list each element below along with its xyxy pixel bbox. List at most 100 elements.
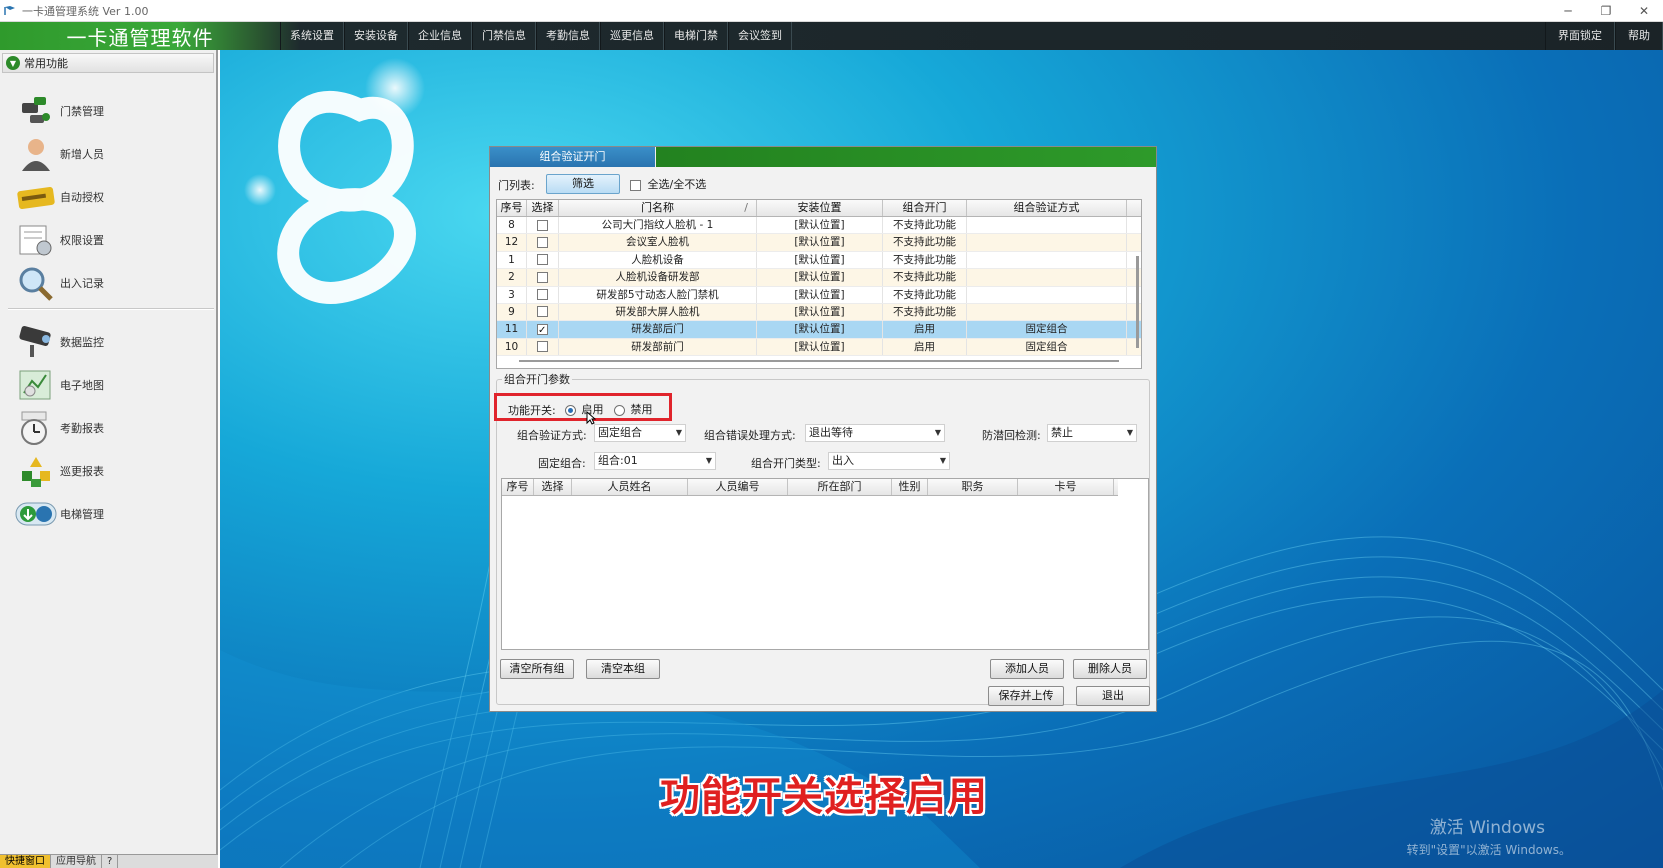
sidebar-item-label: 权限设置 xyxy=(60,234,104,247)
tab-shortcut-window[interactable]: 快捷窗口 xyxy=(0,855,51,868)
table-row[interactable]: 1 人脸机设备 [默认位置] 不支持此功能 xyxy=(497,251,1141,270)
col-door-name[interactable]: 门名称 / xyxy=(559,200,757,216)
verify-mode-select[interactable]: 固定组合 ▼ xyxy=(594,424,686,442)
table-row[interactable]: 12 会议室人脸机 [默认位置] 不支持此功能 xyxy=(497,234,1141,252)
table-cell: 10 xyxy=(497,338,527,356)
menu-install-devices[interactable]: 安装设备 xyxy=(344,22,408,50)
col-person-id[interactable]: 人员编号 xyxy=(688,479,788,495)
col-combo-open[interactable]: 组合开门 xyxy=(883,200,967,216)
row-select-cell[interactable] xyxy=(527,338,559,356)
row-select-cell[interactable] xyxy=(527,269,559,286)
menu-elevator-access[interactable]: 电梯门禁 xyxy=(664,22,728,50)
menu-system-settings[interactable]: 系统设置 xyxy=(280,22,344,50)
menu-company-info[interactable]: 企业信息 xyxy=(408,22,472,50)
col-no[interactable]: 序号 xyxy=(497,200,527,216)
radio-disable[interactable] xyxy=(614,404,625,416)
switch-label: 功能开关: xyxy=(508,404,556,417)
sidebar-item-data-monitor[interactable]: 数据监控 xyxy=(14,321,204,363)
sidebar-item-label: 数据监控 xyxy=(60,336,104,349)
table-row[interactable]: 11 研发部后门[默认位置]启用固定组合 xyxy=(497,321,1141,339)
sidebar-item-elevator[interactable]: 电梯管理 xyxy=(14,493,204,535)
table-cell xyxy=(967,234,1127,251)
row-select-cell[interactable] xyxy=(527,286,559,303)
col-person-name[interactable]: 人员姓名 xyxy=(572,479,688,495)
row-checkbox[interactable] xyxy=(537,254,548,266)
menu-meeting-signin[interactable]: 会议签到 xyxy=(728,22,792,50)
col-person-title[interactable]: 职务 xyxy=(928,479,1018,495)
minimize-button[interactable]: ─ xyxy=(1549,0,1587,22)
row-checkbox[interactable] xyxy=(537,271,548,283)
col-location[interactable]: 安装位置 xyxy=(757,200,883,216)
door-table-hscrollbar[interactable] xyxy=(519,360,1119,362)
row-checkbox[interactable] xyxy=(537,341,548,353)
switch-enable-option[interactable]: 启用 xyxy=(565,401,604,417)
open-type-select[interactable]: 出入 ▼ xyxy=(828,452,950,470)
exit-button[interactable]: 退出 xyxy=(1076,686,1150,706)
row-select-cell[interactable] xyxy=(527,251,559,269)
clock-icon xyxy=(14,408,58,448)
close-button[interactable]: ✕ xyxy=(1625,0,1663,22)
filter-button[interactable]: 筛选 xyxy=(546,174,620,194)
table-row[interactable]: 2 人脸机设备研发部 [默认位置] 不支持此功能 xyxy=(497,269,1141,287)
menu-lock-interface[interactable]: 界面锁定 xyxy=(1545,22,1615,50)
select-all-toggle[interactable]: 全选/全不选 xyxy=(630,176,706,192)
menu-access-info[interactable]: 门禁信息 xyxy=(472,22,536,50)
row-select-cell[interactable] xyxy=(527,321,559,338)
tab-app-navigation[interactable]: 应用导航 xyxy=(51,855,102,868)
table-cell: 启用 xyxy=(883,321,967,338)
row-select-cell[interactable] xyxy=(527,303,559,321)
col-person-dept[interactable]: 所在部门 xyxy=(788,479,892,495)
sidebar-item-patrol-report[interactable]: 巡更报表 xyxy=(14,450,204,492)
select-all-checkbox[interactable] xyxy=(630,179,641,191)
chevron-down-icon: ▼ xyxy=(675,428,682,437)
table-cell: 会议室人脸机 xyxy=(559,234,757,251)
anti-passback-select[interactable]: 禁止 ▼ xyxy=(1047,424,1137,442)
sidebar-section-header[interactable]: ▼ 常用功能 xyxy=(2,53,214,73)
delete-person-button[interactable]: 删除人员 xyxy=(1073,659,1147,679)
row-checkbox[interactable] xyxy=(537,219,548,231)
row-select-cell[interactable] xyxy=(527,234,559,251)
add-person-button[interactable]: 添加人员 xyxy=(990,659,1064,679)
col-person-card[interactable]: 卡号 xyxy=(1018,479,1114,495)
error-mode-select[interactable]: 退出等待 ▼ xyxy=(805,424,945,442)
table-cell xyxy=(967,217,1127,234)
sidebar-item-access-records[interactable]: 出入记录 xyxy=(14,262,204,304)
row-checkbox[interactable] xyxy=(537,306,548,318)
table-row[interactable]: 8 公司大门指纹人脸机 - 1 [默认位置] 不支持此功能 xyxy=(497,217,1141,235)
table-row[interactable]: 10 研发部前门 [默认位置] 启用 固定组合 xyxy=(497,338,1141,357)
table-cell: [默认位置] xyxy=(757,234,883,251)
col-person-no[interactable]: 序号 xyxy=(502,479,534,495)
switch-disable-option[interactable]: 禁用 xyxy=(614,401,653,417)
clear-group-button[interactable]: 清空本组 xyxy=(586,659,660,679)
row-checkbox[interactable] xyxy=(537,236,548,248)
row-checkbox[interactable] xyxy=(537,322,548,338)
main-menu: 系统设置 安装设备 企业信息 门禁信息 考勤信息 巡更信息 电梯门禁 会议签到 xyxy=(280,22,792,50)
row-select-cell[interactable] xyxy=(527,217,559,234)
table-cell xyxy=(967,251,1127,269)
col-person-gender[interactable]: 性别 xyxy=(892,479,928,495)
col-select[interactable]: 选择 xyxy=(527,200,559,216)
fixed-combo-select[interactable]: 组合:01 ▼ xyxy=(594,452,716,470)
chevron-down-icon[interactable]: ▼ xyxy=(6,56,20,70)
table-row[interactable]: 9 研发部大屏人脸机 [默认位置] 不支持此功能 xyxy=(497,303,1141,322)
restore-button[interactable]: ❐ xyxy=(1587,0,1625,22)
table-row[interactable]: 3 研发部5寸动态人脸门禁机 [默认位置] 不支持此功能 xyxy=(497,286,1141,304)
menu-help[interactable]: 帮助 xyxy=(1615,22,1663,50)
menu-patrol-info[interactable]: 巡更信息 xyxy=(600,22,664,50)
sidebar-item-auto-authorize[interactable]: 自动授权 xyxy=(14,176,204,218)
help-icon[interactable]: ? xyxy=(102,855,119,868)
save-upload-button[interactable]: 保存并上传 xyxy=(988,686,1064,706)
radio-enable[interactable] xyxy=(565,404,576,416)
sidebar-item-label: 电梯管理 xyxy=(60,508,104,521)
col-person-select[interactable]: 选择 xyxy=(534,479,572,495)
col-verify-mode[interactable]: 组合验证方式 xyxy=(967,200,1127,216)
sidebar-item-door-access[interactable]: 门禁管理 xyxy=(14,90,204,132)
clear-all-groups-button[interactable]: 清空所有组 xyxy=(500,659,574,679)
sidebar-item-permissions[interactable]: 权限设置 xyxy=(14,219,204,261)
sidebar-item-attendance-report[interactable]: 考勤报表 xyxy=(14,407,204,449)
sidebar-item-e-map[interactable]: 电子地图 xyxy=(14,364,204,406)
menu-attendance-info[interactable]: 考勤信息 xyxy=(536,22,600,50)
sidebar-item-add-person[interactable]: 新增人员 xyxy=(14,133,204,175)
door-table-vscrollbar[interactable] xyxy=(1136,256,1139,348)
row-checkbox[interactable] xyxy=(537,289,548,301)
